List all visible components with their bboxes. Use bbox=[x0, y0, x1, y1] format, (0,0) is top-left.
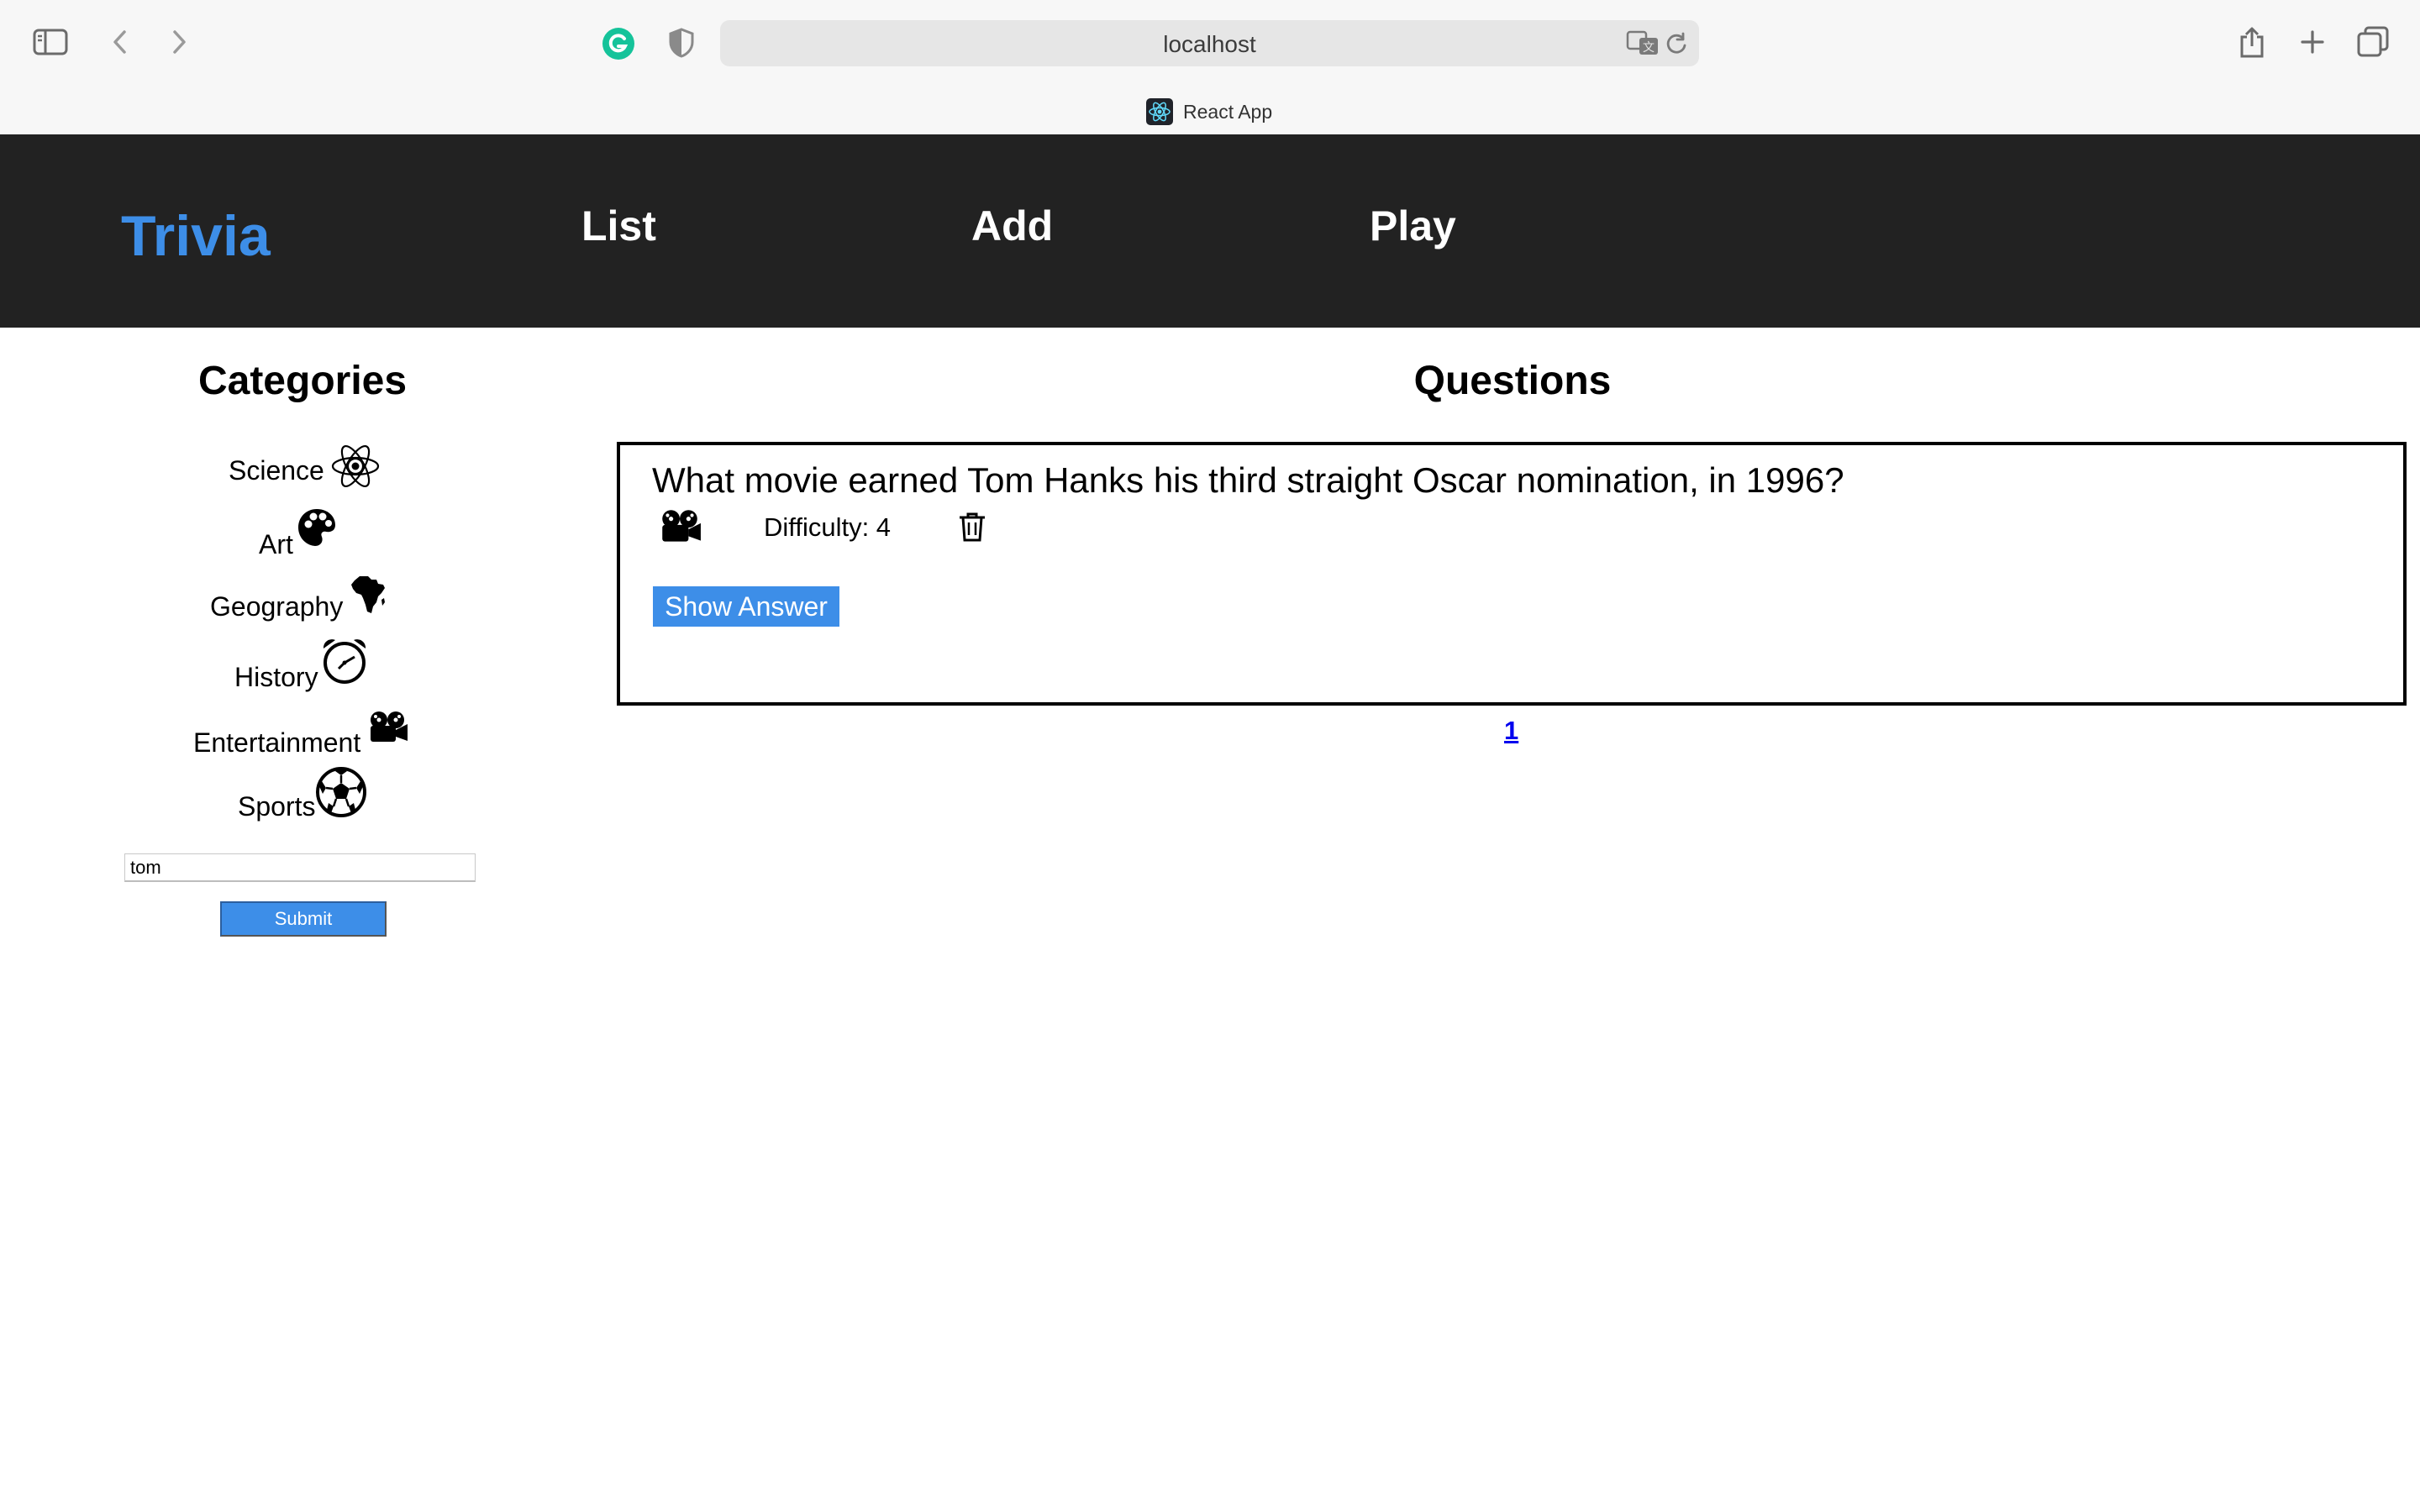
category-art[interactable]: Art bbox=[259, 507, 337, 558]
grammarly-icon[interactable] bbox=[602, 27, 635, 60]
film-projector-icon bbox=[657, 509, 702, 549]
nav-add[interactable]: Add bbox=[971, 202, 1053, 250]
nav-list[interactable]: List bbox=[581, 202, 656, 250]
categories-title: Categories bbox=[197, 359, 408, 403]
category-label: Geography bbox=[210, 591, 344, 622]
show-answer-button[interactable]: Show Answer bbox=[653, 586, 839, 627]
brand-title[interactable]: Trivia bbox=[121, 203, 271, 269]
back-icon[interactable] bbox=[108, 27, 133, 57]
sidebar-toggle-icon[interactable] bbox=[32, 27, 69, 57]
react-icon bbox=[1146, 98, 1173, 125]
nav-play[interactable]: Play bbox=[1370, 202, 1456, 250]
category-geography[interactable]: Geography bbox=[210, 575, 387, 620]
privacy-shield-icon[interactable] bbox=[667, 27, 696, 59]
browser-chrome: localhost 文 React App bbox=[0, 0, 2420, 135]
palette-icon bbox=[297, 507, 337, 548]
tab-react-app[interactable]: React App bbox=[1146, 98, 1272, 125]
address-bar[interactable]: localhost 文 bbox=[720, 20, 1699, 66]
tab-overview-icon[interactable] bbox=[2356, 25, 2390, 59]
category-science[interactable]: Science bbox=[229, 440, 381, 492]
new-tab-icon[interactable] bbox=[2297, 27, 2328, 57]
tab-title: React App bbox=[1183, 100, 1273, 123]
page-link-1[interactable]: 1 bbox=[1504, 716, 1518, 746]
reload-icon[interactable] bbox=[1663, 30, 1690, 57]
share-icon[interactable] bbox=[2237, 24, 2267, 60]
alarm-clock-icon bbox=[320, 637, 369, 685]
question-text: What movie earned Tom Hanks his third st… bbox=[652, 460, 1844, 500]
category-label: Science bbox=[229, 455, 324, 486]
category-label: History bbox=[234, 662, 318, 692]
category-label: Art bbox=[259, 529, 293, 559]
search-input[interactable] bbox=[124, 853, 476, 882]
category-entertainment[interactable]: Entertainment bbox=[193, 711, 409, 756]
delete-icon[interactable] bbox=[958, 512, 986, 546]
difficulty-label: Difficulty: 4 bbox=[764, 512, 892, 542]
category-label: Sports bbox=[238, 791, 316, 822]
questions-title: Questions bbox=[1413, 359, 1612, 403]
submit-button[interactable]: Submit bbox=[220, 901, 387, 937]
category-history[interactable]: History bbox=[234, 637, 369, 690]
svg-text:文: 文 bbox=[1643, 40, 1655, 54]
atom-icon bbox=[329, 440, 381, 492]
forward-icon[interactable] bbox=[166, 27, 192, 57]
translate-icon[interactable]: 文 bbox=[1626, 29, 1660, 57]
app-header: Trivia List Add Play bbox=[0, 134, 2420, 328]
film-projector-icon bbox=[366, 711, 409, 744]
africa-icon bbox=[350, 575, 387, 615]
url-text: localhost bbox=[1163, 31, 1256, 57]
soccer-ball-icon bbox=[315, 766, 367, 818]
category-sports[interactable]: Sports bbox=[238, 766, 367, 820]
category-label: Entertainment bbox=[193, 727, 361, 758]
